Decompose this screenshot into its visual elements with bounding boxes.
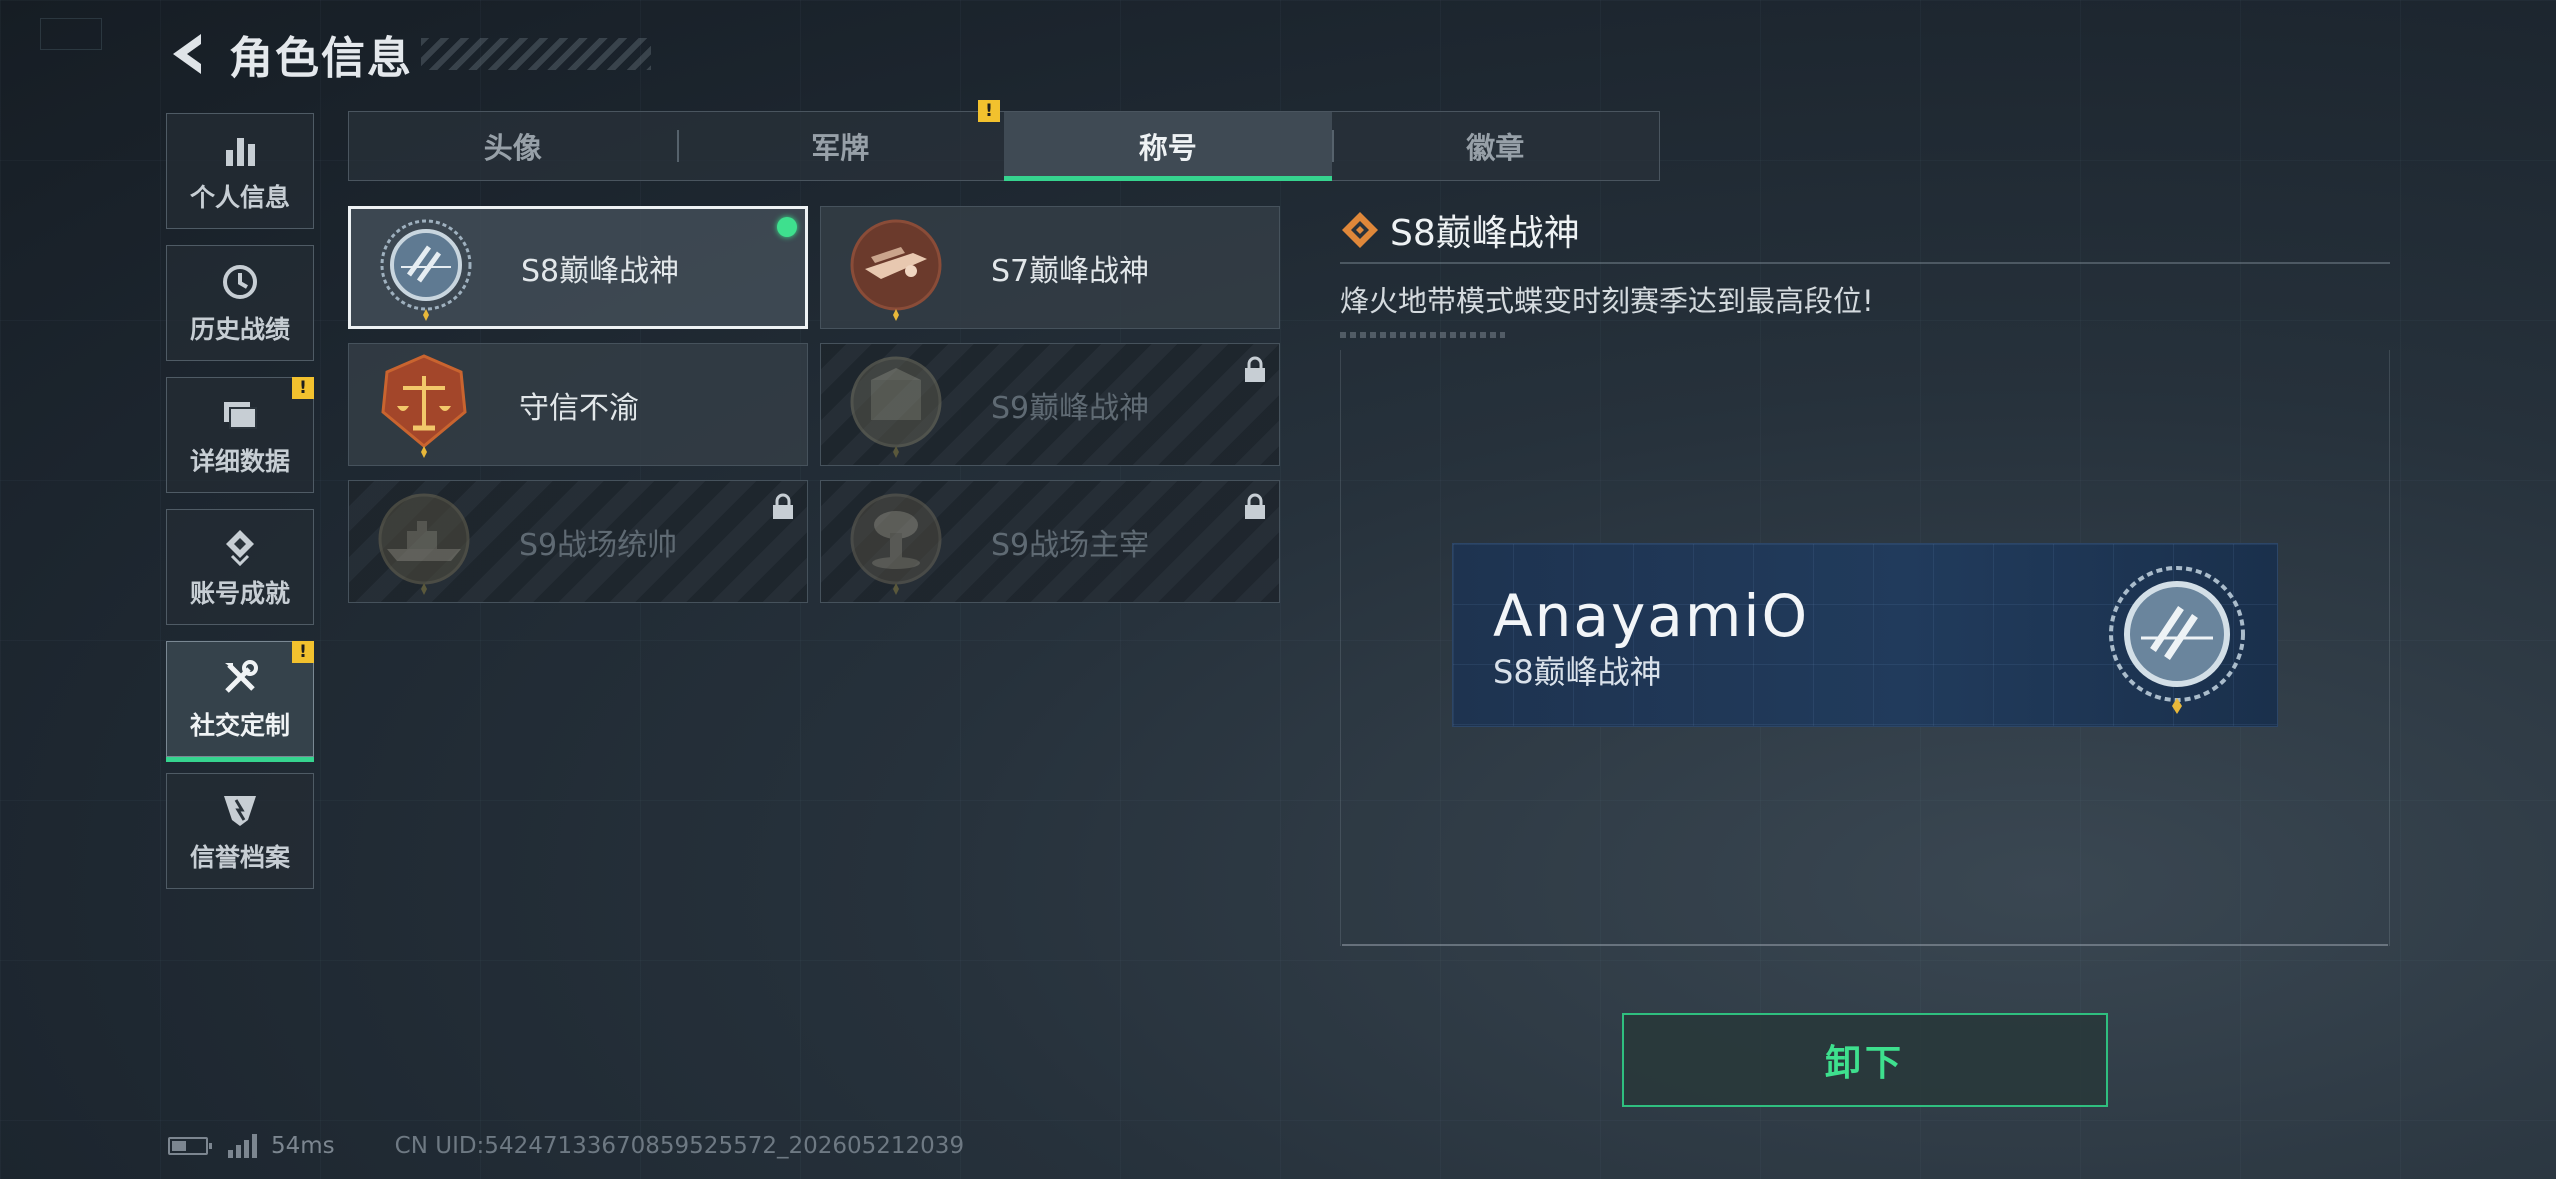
tools-icon bbox=[218, 656, 262, 700]
tab-dog-tag[interactable]: 军牌 bbox=[676, 112, 1005, 180]
title-card[interactable]: S9战场主宰 bbox=[820, 480, 1280, 603]
folder-icon bbox=[218, 392, 262, 436]
ping-readout: 54ms bbox=[271, 1133, 335, 1159]
page-title: 角色信息 bbox=[229, 33, 413, 84]
lock-icon bbox=[1245, 493, 1265, 519]
sidebar-item-label: 个人信息 bbox=[189, 183, 290, 212]
tab-badge[interactable]: 徽章 bbox=[1331, 112, 1660, 180]
tab-label: 徽章 bbox=[1466, 131, 1525, 165]
s8-crest-icon bbox=[380, 219, 472, 321]
title-grid: S8巅峰战神 S7巅峰战神 守信不渝 S9巅峰战神 S9战场统帅 S9战场主宰 bbox=[348, 206, 1280, 603]
s7-crest-icon bbox=[850, 219, 942, 321]
title-name: S9战场主宰 bbox=[991, 527, 1150, 563]
bar-chart-icon bbox=[218, 128, 262, 172]
tab-avatar[interactable]: 头像 bbox=[349, 112, 677, 180]
uid-text: CN UID:54247133670859525572_202605212039 bbox=[394, 1133, 965, 1159]
battery-icon bbox=[168, 1137, 212, 1155]
player-title: S8巅峰战神 bbox=[1493, 653, 1662, 691]
tab-label: 头像 bbox=[483, 131, 542, 165]
scales-crest-icon bbox=[381, 353, 467, 458]
divider bbox=[1342, 944, 2388, 946]
status-bar: 54ms CN UID:54247133670859525572_2026052… bbox=[168, 1128, 964, 1164]
detail-header: S8巅峰战神 bbox=[1340, 200, 2390, 260]
header: 角色信息 bbox=[165, 22, 651, 86]
decor-dashes bbox=[1340, 332, 1505, 338]
warning-badge: ! bbox=[292, 377, 314, 399]
sidebar-item-social-custom[interactable]: ! 社交定制 bbox=[166, 641, 314, 762]
history-clock-icon bbox=[218, 260, 262, 304]
credit-shield-icon bbox=[218, 788, 262, 832]
nameplate-preview: AnayamiO S8巅峰战神 bbox=[1452, 543, 2278, 727]
warship-crest-icon bbox=[378, 493, 470, 595]
title-name: 守信不渝 bbox=[519, 390, 639, 426]
signal-icon bbox=[228, 1134, 257, 1158]
title-name: S9战场统帅 bbox=[519, 527, 678, 563]
warning-badge: ! bbox=[292, 641, 314, 663]
sidebar-item-history[interactable]: 历史战绩 bbox=[166, 245, 314, 361]
warning-badge: ! bbox=[978, 100, 1000, 122]
sidebar-item-achievements[interactable]: 账号成就 bbox=[166, 509, 314, 625]
s9-crest-icon bbox=[850, 356, 942, 458]
title-card[interactable]: S9巅峰战神 bbox=[820, 343, 1280, 466]
title-card[interactable]: 守信不渝 bbox=[348, 343, 808, 466]
tab-label: 军牌 bbox=[811, 131, 870, 165]
lock-icon bbox=[773, 493, 793, 519]
title-name: S9巅峰战神 bbox=[991, 390, 1150, 426]
detail-description: 烽火地带模式蝶变时刻赛季达到最高段位! bbox=[1340, 284, 1874, 318]
tab-bar: 头像 军牌 ! 称号 徽章 bbox=[348, 100, 1660, 181]
sidebar-item-personal-info[interactable]: 个人信息 bbox=[166, 113, 314, 229]
lock-icon bbox=[1245, 356, 1265, 382]
sidebar-item-label: 详细数据 bbox=[189, 447, 290, 476]
title-detail: S8巅峰战神 烽火地带模式蝶变时刻赛季达到最高段位! bbox=[1340, 200, 2390, 338]
mushroom-cloud-crest-icon bbox=[850, 493, 942, 595]
tab-title[interactable]: ! 称号 bbox=[978, 100, 1332, 181]
title-stripes-decor bbox=[421, 38, 651, 70]
player-name: AnayamiO bbox=[1493, 582, 1810, 650]
decor-frame bbox=[40, 18, 102, 50]
title-name: S8巅峰战神 bbox=[521, 253, 680, 289]
tab-label: 称号 bbox=[1138, 131, 1197, 165]
title-card[interactable]: S8巅峰战神 bbox=[348, 206, 808, 329]
diamond-icon bbox=[1342, 212, 1378, 248]
title-name: S7巅峰战神 bbox=[991, 253, 1150, 289]
unequip-button[interactable]: 卸下 bbox=[1622, 1013, 2108, 1107]
sidebar-item-detailed-data[interactable]: ! 详细数据 bbox=[166, 377, 314, 493]
title-card[interactable]: S9战场统帅 bbox=[348, 480, 808, 603]
title-card[interactable]: S7巅峰战神 bbox=[820, 206, 1280, 329]
sidebar-item-label: 账号成就 bbox=[189, 579, 290, 608]
sidebar: 个人信息 历史战绩 ! 详细数据 账号成就 ! 社交定制 信誉档案 bbox=[166, 113, 316, 905]
sidebar-item-credit-file[interactable]: 信誉档案 bbox=[166, 773, 314, 889]
equipped-indicator bbox=[777, 217, 797, 237]
sidebar-item-label: 社交定制 bbox=[189, 711, 290, 740]
sidebar-item-label: 历史战绩 bbox=[189, 315, 290, 344]
sidebar-item-label: 信誉档案 bbox=[189, 843, 290, 872]
detail-title: S8巅峰战神 bbox=[1390, 213, 1580, 254]
back-arrow-icon[interactable] bbox=[165, 30, 209, 78]
s8-crest-icon bbox=[2109, 566, 2245, 714]
divider bbox=[1340, 262, 2390, 264]
achievement-icon bbox=[218, 524, 262, 568]
